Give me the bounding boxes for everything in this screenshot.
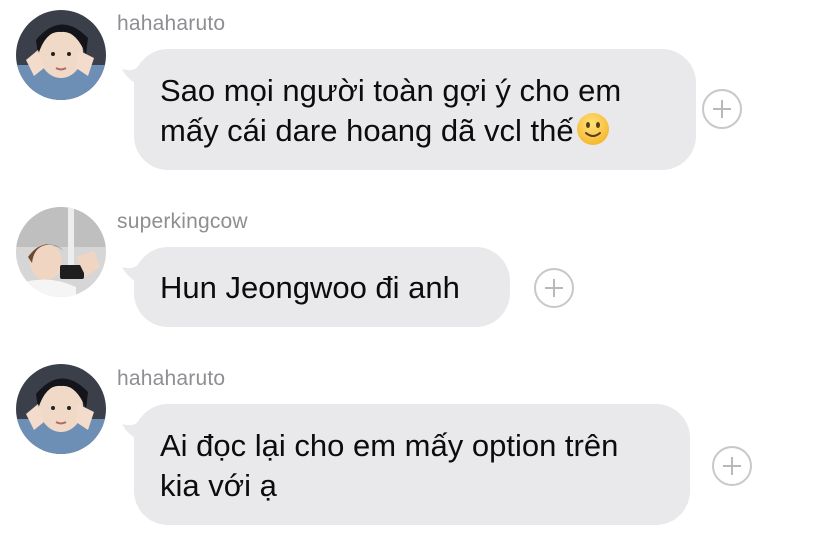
message-bubble[interactable]: Hun Jeongwoo đi anh [122, 247, 510, 327]
message-bubble-wrap: Sao mọi người toàn gợi ý cho em mấy cái … [120, 49, 696, 170]
message-bubble[interactable]: Sao mọi người toàn gợi ý cho em mấy cái … [122, 49, 696, 170]
add-reaction-icon[interactable] [534, 268, 574, 308]
message-text-line: kia với ạ [160, 468, 277, 503]
username[interactable]: superkingcow [117, 210, 248, 234]
message-bubble-wrap: Ai đọc lại cho em mấy option trên kia vớ… [120, 404, 690, 525]
message-text: mấy cái dare hoang dã vcl thế [160, 113, 574, 148]
message-bubble[interactable]: Ai đọc lại cho em mấy option trên kia vớ… [122, 404, 690, 525]
slightly-smiling-face-icon [576, 112, 610, 156]
add-reaction-icon[interactable] [712, 446, 752, 486]
bubble-tail [122, 63, 152, 89]
user-photo-icon [16, 364, 106, 454]
message-bubble-wrap: Hun Jeongwoo đi anh [120, 247, 510, 327]
message-text-line: Sao mọi người toàn gợi ý cho em [160, 73, 622, 108]
user-photo-icon [16, 207, 106, 297]
user-photo-icon [16, 10, 106, 100]
message-text-line: Ai đọc lại cho em mấy option trên [160, 428, 619, 463]
add-reaction-icon[interactable] [702, 89, 742, 129]
avatar[interactable] [16, 364, 106, 454]
message-text-line: Hun Jeongwoo đi anh [160, 270, 460, 305]
username[interactable]: hahaharuto [117, 12, 225, 36]
username[interactable]: hahaharuto [117, 367, 225, 391]
avatar[interactable] [16, 10, 106, 100]
bubble-tail [122, 418, 152, 444]
bubble-tail [122, 261, 152, 287]
avatar[interactable] [16, 207, 106, 297]
message-text-line: mấy cái dare hoang dã vcl thế [160, 111, 670, 156]
